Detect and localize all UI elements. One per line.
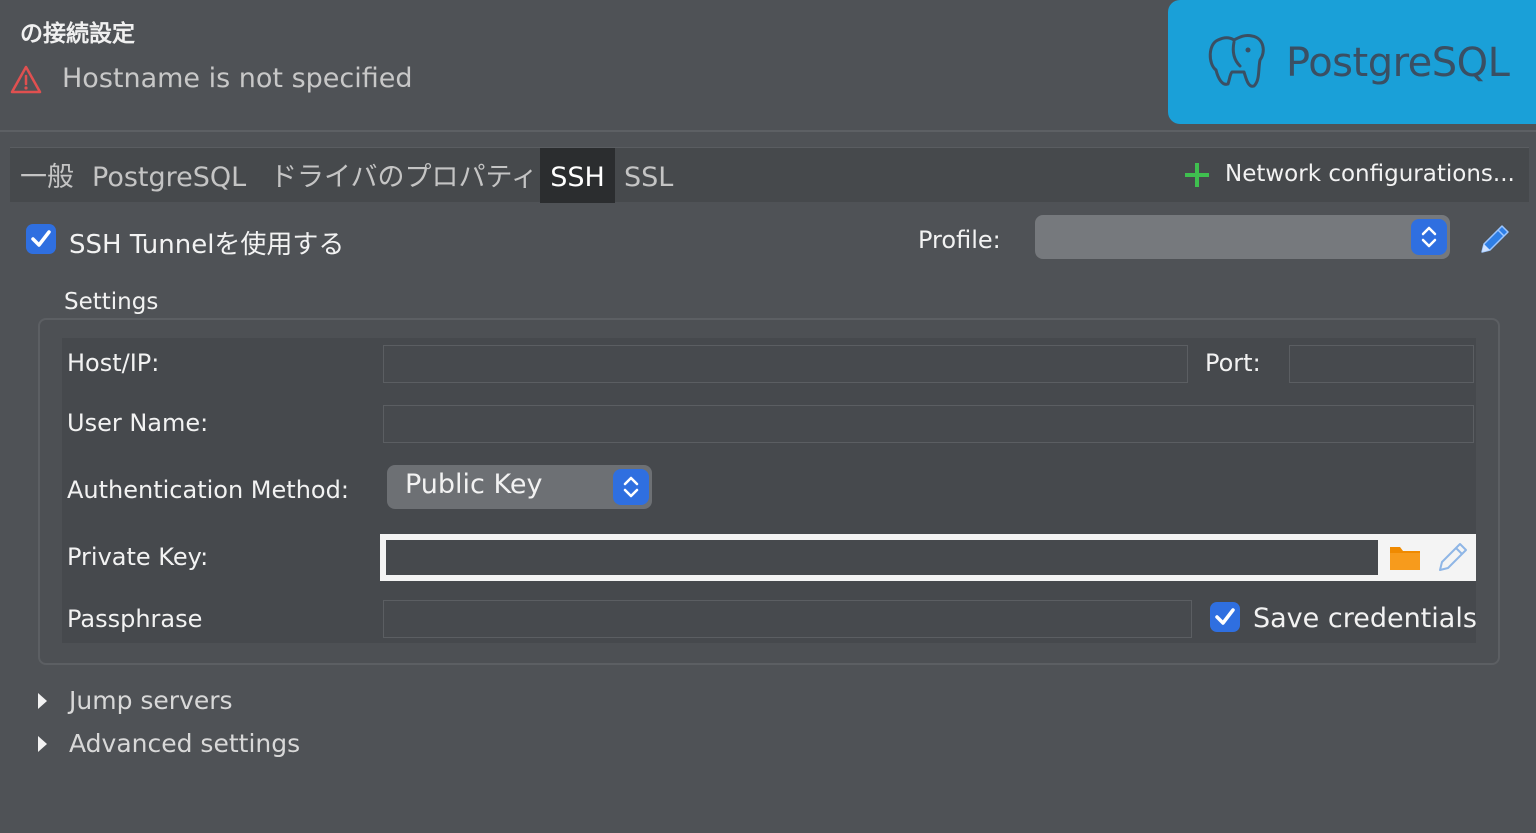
host-input[interactable] xyxy=(383,345,1188,383)
private-key-label: Private Key: xyxy=(67,543,209,571)
tab-ssh[interactable]: SSH xyxy=(540,148,615,203)
passphrase-input[interactable] xyxy=(383,600,1192,638)
up-down-chevron-icon xyxy=(613,469,649,505)
profile-select[interactable] xyxy=(1035,215,1450,259)
tab-bar: 一般 PostgreSQL ドライバのプロパティ SSH SSL Network… xyxy=(10,147,1529,203)
network-configurations-button[interactable]: Network configurations... xyxy=(1225,161,1515,187)
edit-profile-pencil-icon[interactable] xyxy=(1476,222,1512,258)
postgresql-elephant-icon xyxy=(1208,34,1265,88)
folder-icon[interactable] xyxy=(1389,542,1421,572)
profile-label: Profile: xyxy=(918,226,1001,254)
warning-triangle-icon xyxy=(10,65,42,94)
checkmark-icon xyxy=(1215,608,1235,625)
settings-section-label: Settings xyxy=(64,289,159,315)
user-name-input[interactable] xyxy=(383,405,1474,443)
checkmark-icon xyxy=(31,230,51,247)
save-credentials-checkbox[interactable] xyxy=(1210,602,1240,632)
use-ssh-tunnel-checkbox[interactable] xyxy=(26,224,56,254)
postgresql-logo: PostgreSQL xyxy=(1168,0,1536,124)
save-credentials-label[interactable]: Save credentials xyxy=(1253,603,1477,634)
auth-method-select[interactable]: Public Key xyxy=(387,465,652,509)
jump-servers-expander[interactable]: Jump servers xyxy=(69,686,233,715)
disclosure-triangle-icon[interactable] xyxy=(38,736,47,752)
advanced-settings-expander[interactable]: Advanced settings xyxy=(69,729,300,758)
tab-general[interactable]: 一般 xyxy=(20,148,74,203)
private-key-input[interactable] xyxy=(386,540,1378,575)
tab-ssl[interactable]: SSL xyxy=(624,148,673,203)
use-ssh-tunnel-label[interactable]: SSH Tunnelを使用する xyxy=(69,224,344,261)
passphrase-label: Passphrase xyxy=(67,605,203,633)
warning-message: Hostname is not specified xyxy=(62,63,413,94)
dialog-title: の接続設定 xyxy=(20,21,135,47)
up-down-chevron-icon xyxy=(1411,219,1447,255)
port-label: Port: xyxy=(1205,349,1261,377)
auth-method-label: Authentication Method: xyxy=(67,476,349,504)
auth-method-value: Public Key xyxy=(405,469,543,500)
pencil-icon[interactable] xyxy=(1434,540,1470,576)
postgresql-logo-text: PostgreSQL xyxy=(1286,40,1510,86)
tab-postgresql[interactable]: PostgreSQL xyxy=(92,148,246,203)
header-divider xyxy=(0,130,1536,132)
plus-icon[interactable] xyxy=(1182,160,1212,190)
port-input[interactable] xyxy=(1289,345,1474,383)
host-label: Host/IP: xyxy=(67,349,160,377)
user-name-label: User Name: xyxy=(67,409,209,437)
disclosure-triangle-icon[interactable] xyxy=(38,693,47,709)
tab-driver-properties[interactable]: ドライバのプロパティ xyxy=(270,148,538,203)
